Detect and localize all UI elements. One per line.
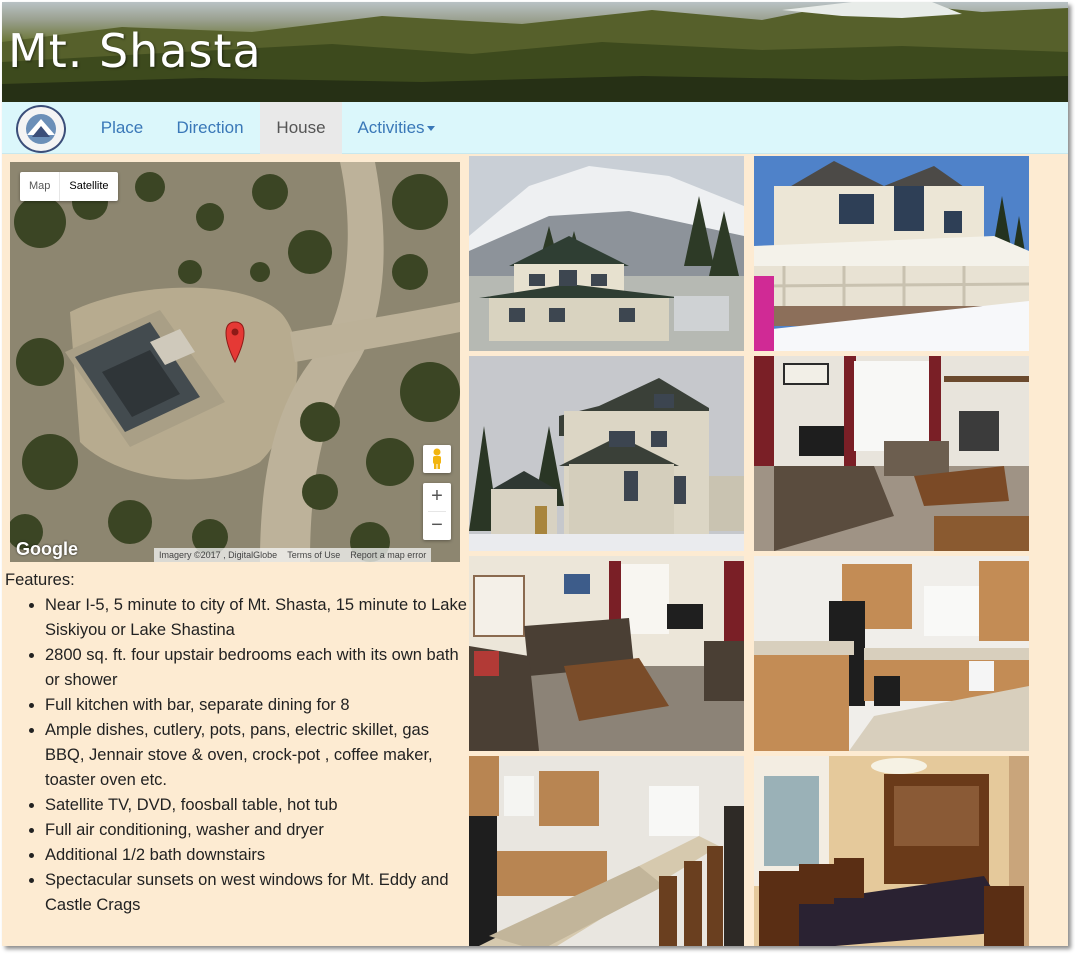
nav-activities-label: Activities: [357, 118, 425, 137]
living-room-fireplace-photo[interactable]: [754, 356, 1029, 551]
mountain-logo-icon: [26, 114, 56, 144]
feature-item: Near I-5, 5 minute to city of Mt. Shasta…: [45, 593, 467, 643]
feature-item: 2800 sq. ft. four upstair bedrooms each …: [45, 643, 467, 693]
google-logo: Google: [16, 539, 78, 559]
zoom-control: + −: [423, 483, 451, 540]
kitchen-photo[interactable]: [754, 556, 1029, 751]
map-type-satellite-button[interactable]: Satellite: [59, 172, 117, 201]
feature-item: Full air conditioning, washer and dryer: [45, 818, 467, 843]
map-attribution-bar: Imagery ©2017 , DigitalGlobe Terms of Us…: [154, 548, 432, 562]
kitchen-bar-image: [469, 756, 744, 946]
house-porch-snow-photo[interactable]: [754, 156, 1029, 351]
living-room-sofa-image: [469, 556, 744, 751]
zoom-in-button[interactable]: +: [423, 483, 451, 511]
report-map-error-link[interactable]: Report a map error: [345, 548, 431, 562]
nav-place[interactable]: Place: [86, 102, 158, 154]
kitchen-bar-photo[interactable]: [469, 756, 744, 946]
dining-room-image: [754, 756, 1029, 946]
house-side-view-photo[interactable]: [469, 356, 744, 551]
site-logo[interactable]: [16, 105, 66, 153]
dining-room-photo[interactable]: [754, 756, 1029, 946]
living-room-fireplace-image: [754, 356, 1029, 551]
nav-house[interactable]: House: [260, 102, 342, 154]
living-room-sofa-photo[interactable]: [469, 556, 744, 751]
page-frame: Mt. Shasta Place Direction House Activit…: [2, 2, 1068, 946]
feature-item: Additional 1/2 bath downstairs: [45, 843, 467, 868]
caret-down-icon: [426, 126, 435, 132]
street-view-icon: [433, 448, 441, 469]
house-side-view-image: [469, 356, 744, 551]
terms-of-use-link[interactable]: Terms of Use: [282, 548, 345, 562]
imagery-attribution: Imagery ©2017 , DigitalGlobe: [159, 550, 278, 560]
satellite-map[interactable]: Map Satellite + − Google Imagery ©2017 ,…: [10, 162, 460, 562]
feature-item: Spectacular sunsets on west windows for …: [45, 868, 467, 918]
street-view-button[interactable]: [423, 445, 451, 473]
feature-item: Full kitchen with bar, separate dining f…: [45, 693, 467, 718]
navbar: Place Direction House Activities: [2, 102, 1068, 154]
house-porch-snow-image: [754, 156, 1029, 351]
nav-direction[interactable]: Direction: [162, 102, 258, 154]
kitchen-image: [754, 556, 1029, 751]
feature-item: Satellite TV, DVD, foosball table, hot t…: [45, 793, 467, 818]
zoom-out-button[interactable]: −: [423, 512, 451, 540]
house-exterior-mountain-photo[interactable]: [469, 156, 744, 351]
house-exterior-mountain-image: [469, 156, 744, 351]
feature-item: Ample dishes, cutlery, pots, pans, elect…: [45, 718, 467, 793]
features-heading: Features:: [5, 571, 75, 589]
satellite-imagery: [10, 162, 460, 562]
nav-activities-dropdown[interactable]: Activities: [346, 102, 446, 154]
site-title: Mt. Shasta: [8, 24, 262, 78]
features-list: Near I-5, 5 minute to city of Mt. Shasta…: [5, 593, 467, 918]
map-type-control: Map Satellite: [20, 172, 118, 201]
banner: Mt. Shasta: [2, 2, 1068, 102]
features-section: Features: Near I-5, 5 minute to city of …: [5, 568, 467, 918]
map-type-map-button[interactable]: Map: [20, 172, 59, 201]
